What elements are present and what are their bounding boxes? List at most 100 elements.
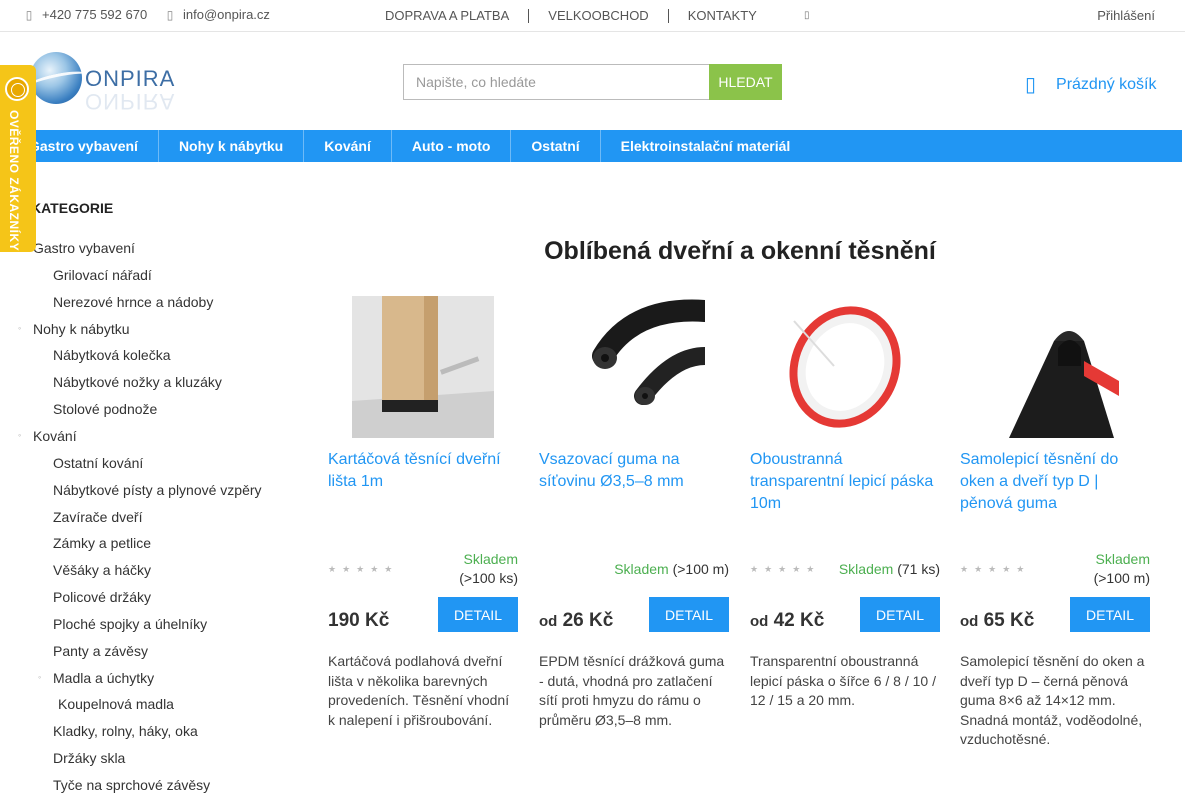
- logo[interactable]: ONPIRA ONPIRA: [23, 52, 185, 114]
- detail-button[interactable]: DETAIL: [649, 597, 729, 632]
- sidebar-category-item[interactable]: Nábytková kolečka: [53, 347, 171, 363]
- product-card: Oboustranná transparentní lepicí páska 1…: [750, 296, 940, 708]
- product-price: od 26 Kč: [539, 610, 613, 632]
- verified-badge[interactable]: OVĚŘENO ZÁKAZNÍKY: [0, 65, 36, 252]
- topnav-contacts[interactable]: KONTAKTY: [688, 8, 757, 23]
- bullet-icon: ◦: [18, 322, 22, 333]
- cart-icon: ▯: [1025, 74, 1037, 96]
- bullet-icon: ◦: [38, 671, 42, 682]
- stock-quantity: (>100 ks): [459, 570, 518, 586]
- divider: [528, 8, 530, 23]
- sidebar-category-item[interactable]: Nohy k nábytku ◦: [18, 321, 130, 337]
- product-card: Samolepicí těsnění do oken a dveří typ D…: [960, 296, 1150, 747]
- product-price: od 65 Kč: [960, 610, 1034, 632]
- nav-electrical[interactable]: Elektroinstalační materiál: [601, 130, 811, 162]
- nav-auto-moto[interactable]: Auto - moto: [392, 130, 512, 162]
- stock-status: Skladem: [463, 551, 518, 567]
- detail-button[interactable]: DETAIL: [1070, 597, 1150, 632]
- stock-quantity: (>100 m): [1093, 570, 1150, 586]
- page-title: Oblíbená dveřní a okenní těsnění: [544, 237, 936, 265]
- divider: [667, 8, 669, 23]
- product-image-d-seal[interactable]: [984, 296, 1126, 438]
- login-link[interactable]: Přihlášení: [1097, 8, 1155, 23]
- sidebar-category-item[interactable]: Kování ◦: [18, 428, 77, 444]
- search-input[interactable]: [403, 64, 709, 100]
- cart[interactable]: ▯ Prázdný košík: [1025, 72, 1157, 97]
- sidebar-category-item[interactable]: Ostatní kování: [53, 455, 143, 471]
- sidebar-category-item[interactable]: Grilovací nářadí: [53, 267, 152, 283]
- product-image-brush-strip[interactable]: [352, 296, 494, 438]
- product-card: Vsazovací guma na síťovinu Ø3,5–8 mm Skl…: [539, 296, 729, 728]
- sidebar-category-item[interactable]: Panty a závěsy: [53, 643, 148, 659]
- product-image-rubber-spline[interactable]: [563, 296, 705, 438]
- search-button[interactable]: HLEDAT: [709, 64, 782, 100]
- product-price-value: 65 Kč: [983, 610, 1035, 631]
- nav-hardware[interactable]: Kování: [304, 130, 392, 162]
- nav-other[interactable]: Ostatní: [511, 130, 601, 162]
- product-price-value: 26 Kč: [562, 610, 614, 631]
- stock-info: Skladem (>100 m): [1094, 550, 1150, 588]
- cart-label: Prázdný košík: [1056, 75, 1157, 93]
- price-prefix: od: [539, 613, 558, 630]
- sidebar-category-item[interactable]: Ploché spojky a úhelníky: [53, 616, 207, 632]
- product-description: EPDM těsnící drážková guma - dutá, vhodn…: [539, 653, 725, 728]
- phone-number[interactable]: +420 775 592 670: [42, 7, 147, 22]
- product-name[interactable]: Samolepicí těsnění do oken a dveří typ D…: [960, 449, 1150, 515]
- top-nav: DOPRAVA A PLATBA VELKOOBCHOD KONTAKTY: [385, 8, 757, 23]
- stock-info: Skladem (>100 ks): [459, 550, 518, 588]
- product-description: Samolepicí těsnění do oken a dveří typ D…: [960, 653, 1145, 747]
- product-name[interactable]: Oboustranná transparentní lepicí páska 1…: [750, 449, 940, 515]
- sidebar-category-item[interactable]: Nábytkové písty a plynové vzpěry: [53, 482, 262, 498]
- email-icon: ▯: [166, 7, 174, 22]
- sidebar-category-item[interactable]: Zámky a petlice: [53, 535, 151, 551]
- sidebar-heading: KATEGORIE: [31, 200, 114, 216]
- sidebar-category-item[interactable]: Držáky skla: [53, 750, 125, 766]
- sidebar-category-item[interactable]: Nerezové hrnce a nádoby: [53, 294, 213, 310]
- price-prefix: od: [960, 613, 979, 630]
- stock-quantity: (71 ks): [897, 561, 940, 577]
- sidebar-category-item[interactable]: Policové držáky: [53, 589, 151, 605]
- product-description: Kartáčová podlahová dveřní lišta v někol…: [328, 653, 510, 728]
- email-contact[interactable]: ▯ info@onpira.cz: [165, 7, 270, 22]
- topnav-shipping[interactable]: DOPRAVA A PLATBA: [385, 8, 509, 23]
- stock-status: Skladem: [1095, 551, 1150, 567]
- stock-info: Skladem (71 ks): [839, 560, 940, 579]
- rating-stars: ★★★★★: [328, 564, 399, 574]
- sidebar-category-item[interactable]: Nábytkové nožky a kluzáky: [53, 374, 222, 390]
- email-address[interactable]: info@onpira.cz: [183, 7, 270, 22]
- topnav-wholesale[interactable]: VELKOOBCHOD: [548, 8, 648, 23]
- phone-contact[interactable]: ▯ +420 775 592 670: [24, 7, 148, 22]
- stock-status: Skladem: [614, 561, 669, 577]
- verified-seal-icon: [5, 77, 29, 101]
- sidebar-category-item[interactable]: Stolové podnože: [53, 401, 157, 417]
- product-price: od 42 Kč: [750, 610, 824, 632]
- language-icon[interactable]: ▯: [804, 10, 810, 21]
- logo-reflection: ONPIRA: [85, 89, 176, 114]
- sidebar-category-item[interactable]: Gastro vybavení◦: [18, 240, 135, 256]
- sidebar-category-item[interactable]: Věšáky a háčky: [53, 562, 151, 578]
- sidebar-category-item[interactable]: Tyče na sprchové závěsy: [53, 777, 210, 793]
- rating-stars: ★★★★★: [960, 564, 1031, 574]
- product-name[interactable]: Vsazovací guma na síťovinu Ø3,5–8 mm: [539, 449, 729, 493]
- stock-quantity: (>100 m): [672, 561, 729, 577]
- verified-badge-text: OVĚŘENO ZÁKAZNÍKY: [7, 110, 21, 252]
- price-prefix: od: [750, 613, 769, 630]
- product-image-tape[interactable]: [774, 296, 916, 438]
- rating-stars: ★★★★★: [750, 564, 821, 574]
- stock-info: Skladem (>100 m): [614, 560, 729, 579]
- top-bar: ▯ +420 775 592 670 ▯ info@onpira.cz DOPR…: [0, 0, 1185, 32]
- search-form: HLEDAT: [403, 64, 782, 100]
- sidebar-category-item[interactable]: Zavírače dveří: [53, 509, 142, 525]
- sidebar-category-item[interactable]: Kladky, rolny, háky, oka: [53, 723, 198, 739]
- main-nav: Gastro vybavení Nohy k nábytku Kování Au…: [0, 130, 1182, 162]
- detail-button[interactable]: DETAIL: [438, 597, 518, 632]
- stock-status: Skladem: [838, 561, 894, 577]
- product-price-value: 190 Kč: [328, 610, 390, 631]
- product-name[interactable]: Kartáčová těsnící dveřní lišta 1m: [328, 449, 518, 493]
- product-price-value: 42 Kč: [773, 610, 825, 631]
- sidebar-category-item[interactable]: Koupelnová madla: [58, 696, 174, 712]
- detail-button[interactable]: DETAIL: [860, 597, 940, 632]
- nav-furniture-legs[interactable]: Nohy k nábytku: [159, 130, 305, 162]
- sidebar-category-item[interactable]: Madla a úchytky ◦: [38, 670, 154, 686]
- bullet-icon: ◦: [18, 429, 22, 440]
